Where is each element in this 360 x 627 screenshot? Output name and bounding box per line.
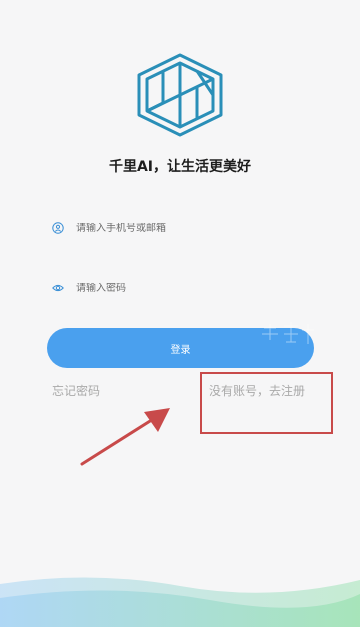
bottom-wave-decoration bbox=[0, 577, 360, 627]
user-icon bbox=[52, 222, 64, 234]
password-field[interactable] bbox=[52, 278, 296, 298]
phone-email-input[interactable] bbox=[76, 222, 296, 234]
watermark bbox=[262, 322, 314, 344]
app-logo bbox=[137, 53, 223, 137]
password-input[interactable] bbox=[76, 282, 296, 294]
annotation-arrow bbox=[80, 408, 170, 466]
app-tagline: 千里AI，让生活更美好 bbox=[108, 159, 252, 175]
phone-email-field[interactable] bbox=[52, 218, 296, 238]
eye-icon bbox=[52, 284, 64, 292]
annotation-highlight-box bbox=[200, 372, 333, 434]
forgot-password-link[interactable]: 忘记密码 bbox=[52, 382, 100, 399]
